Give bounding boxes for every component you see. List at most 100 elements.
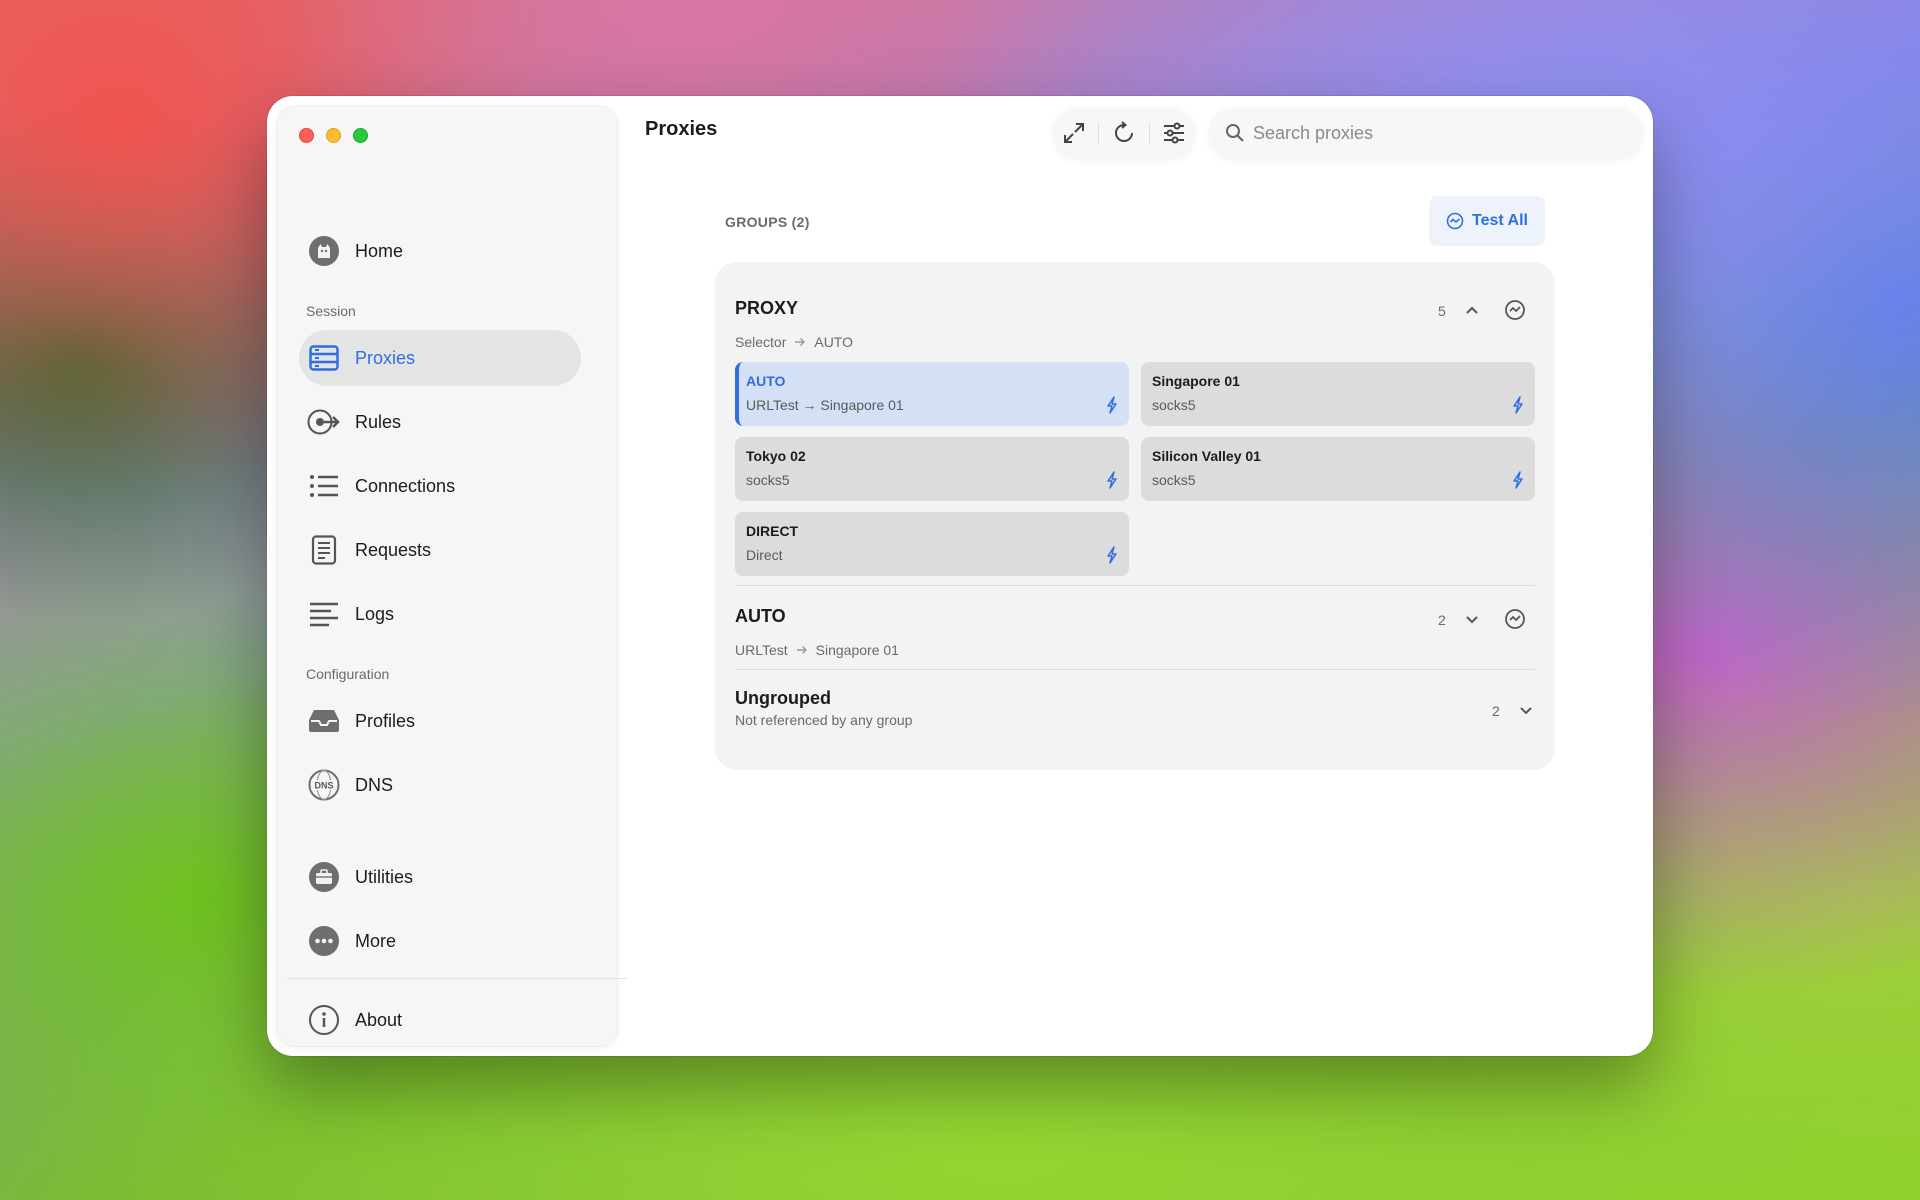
section-label-configuration: Configuration bbox=[306, 666, 390, 682]
arrow-right-icon bbox=[795, 338, 806, 346]
ellipsis-icon bbox=[307, 924, 341, 958]
bolt-icon[interactable] bbox=[1105, 471, 1119, 489]
sidebar-item-home[interactable]: Home bbox=[299, 223, 581, 279]
proxy-card-singapore-01[interactable]: Singapore 01 socks5 bbox=[1141, 362, 1535, 426]
chevron-up-icon[interactable] bbox=[1462, 300, 1482, 320]
group-divider bbox=[735, 585, 1535, 586]
search-icon bbox=[1226, 124, 1244, 142]
toolbar-divider bbox=[1148, 122, 1150, 144]
server-stack-icon bbox=[307, 341, 341, 375]
toolbar-divider bbox=[1098, 122, 1100, 144]
sidebar-item-dns[interactable]: DNS DNS bbox=[299, 757, 581, 813]
arrow-right-icon bbox=[796, 646, 807, 654]
sidebar-item-label: Rules bbox=[355, 411, 402, 432]
group-member-count: 2 bbox=[1492, 703, 1500, 719]
proxy-type: socks5 bbox=[1152, 472, 1196, 488]
sidebar-item-connections[interactable]: Connections bbox=[299, 458, 581, 514]
proxy-name: DIRECT bbox=[746, 523, 799, 539]
proxy-card-tokyo-02[interactable]: Tokyo 02 socks5 bbox=[735, 437, 1129, 501]
bolt-icon[interactable] bbox=[1511, 396, 1525, 414]
close-window-button[interactable] bbox=[299, 128, 314, 143]
group-current: AUTO bbox=[814, 334, 853, 350]
proxy-type: socks5 bbox=[746, 472, 790, 488]
group-subtitle-ungrouped: Not referenced by any group bbox=[735, 712, 913, 728]
sidebar-item-label: Connections bbox=[355, 475, 456, 496]
sidebar-item-logs[interactable]: Logs bbox=[299, 586, 581, 642]
cat-avatar-icon bbox=[307, 234, 341, 268]
sidebar-item-profiles[interactable]: Profiles bbox=[299, 693, 581, 749]
bolt-icon[interactable] bbox=[1511, 471, 1525, 489]
proxy-name: Singapore 01 bbox=[1152, 373, 1240, 389]
refresh-icon bbox=[1115, 121, 1133, 142]
sidebar-item-utilities[interactable]: Utilities bbox=[299, 849, 581, 905]
group-test-icon[interactable] bbox=[1503, 607, 1527, 631]
proxy-card-auto[interactable]: AUTO URLTest → Singapore 01 bbox=[735, 362, 1129, 426]
sidebar-item-label: Profiles bbox=[355, 710, 416, 731]
expand-icon bbox=[1063, 123, 1084, 143]
group-type: Selector bbox=[735, 334, 787, 350]
sidebar-item-label: Proxies bbox=[355, 347, 416, 368]
proxy-type: Direct bbox=[746, 547, 783, 563]
group-subtitle-proxy: Selector AUTO bbox=[735, 334, 853, 350]
proxy-name: AUTO bbox=[746, 373, 786, 389]
proxy-card-direct[interactable]: DIRECT Direct bbox=[735, 512, 1129, 576]
chevron-down-icon[interactable] bbox=[1516, 700, 1536, 720]
document-icon bbox=[307, 533, 341, 567]
sidebar-item-proxies[interactable]: Proxies bbox=[299, 330, 581, 386]
group-current: Singapore 01 bbox=[815, 642, 899, 658]
info-icon bbox=[307, 1003, 341, 1037]
section-label-session: Session bbox=[306, 303, 356, 319]
lines-icon bbox=[307, 597, 341, 631]
proxy-type: socks5 bbox=[1152, 397, 1196, 413]
expand-button[interactable] bbox=[1057, 116, 1091, 150]
toolbar bbox=[1053, 108, 1195, 158]
filter-settings-button[interactable] bbox=[1157, 116, 1191, 150]
sidebar-item-requests[interactable]: Requests bbox=[299, 522, 581, 578]
refresh-button[interactable] bbox=[1107, 116, 1141, 150]
sidebar-item-label: DNS bbox=[355, 774, 394, 795]
test-all-button[interactable]: Test All bbox=[1429, 196, 1545, 246]
group-member-count: 5 bbox=[1438, 303, 1446, 319]
sidebar-item-label: Utilities bbox=[355, 866, 414, 887]
search-input[interactable] bbox=[1253, 122, 1613, 144]
search-field[interactable] bbox=[1209, 108, 1643, 158]
group-type: URLTest bbox=[735, 642, 788, 658]
dns-icon: DNS bbox=[307, 768, 341, 802]
bolt-icon[interactable] bbox=[1105, 546, 1119, 564]
test-all-label: Test All bbox=[1471, 212, 1528, 229]
sidebar-item-label: Home bbox=[355, 240, 404, 261]
list-icon bbox=[307, 469, 341, 503]
group-divider bbox=[735, 669, 1535, 670]
sliders-icon bbox=[1164, 122, 1185, 144]
speed-test-icon bbox=[1446, 212, 1464, 230]
sidebar-item-label: Logs bbox=[355, 603, 395, 624]
sidebar: Home Session Proxies Rules Connections R… bbox=[277, 106, 627, 1048]
groups-panel: PROXY 5 Selector AUTO AUTO URLTest → Sin… bbox=[715, 262, 1555, 770]
proxy-name: Silicon Valley 01 bbox=[1152, 448, 1261, 464]
minimize-window-button[interactable] bbox=[326, 128, 341, 143]
group-member-count: 2 bbox=[1438, 612, 1446, 628]
svg-text:DNS: DNS bbox=[314, 781, 333, 791]
group-title-auto: AUTO bbox=[735, 606, 786, 626]
sidebar-item-label: About bbox=[355, 1009, 403, 1030]
bolt-icon[interactable] bbox=[1105, 396, 1119, 414]
proxy-name: Tokyo 02 bbox=[746, 448, 806, 464]
proxy-type: URLTest → Singapore 01 bbox=[746, 397, 904, 413]
inbox-icon bbox=[307, 704, 341, 738]
sidebar-item-more[interactable]: More bbox=[299, 913, 581, 969]
sidebar-item-about[interactable]: About bbox=[299, 992, 581, 1048]
group-title-ungrouped: Ungrouped bbox=[735, 688, 831, 708]
toolbox-icon bbox=[307, 860, 341, 894]
group-test-icon[interactable] bbox=[1503, 298, 1527, 322]
groups-count-label: GROUPS (2) bbox=[725, 214, 810, 230]
chevron-down-icon[interactable] bbox=[1462, 609, 1482, 629]
sidebar-divider bbox=[287, 978, 627, 979]
sidebar-item-rules[interactable]: Rules bbox=[299, 394, 581, 450]
group-subtitle-auto: URLTest Singapore 01 bbox=[735, 642, 899, 658]
app-window: Home Session Proxies Rules Connections R… bbox=[267, 96, 1653, 1056]
sidebar-item-label: Requests bbox=[355, 539, 432, 560]
route-arrow-icon bbox=[307, 405, 341, 439]
group-title-proxy: PROXY bbox=[735, 298, 799, 318]
maximize-window-button[interactable] bbox=[353, 128, 368, 143]
proxy-card-silicon-valley-01[interactable]: Silicon Valley 01 socks5 bbox=[1141, 437, 1535, 501]
